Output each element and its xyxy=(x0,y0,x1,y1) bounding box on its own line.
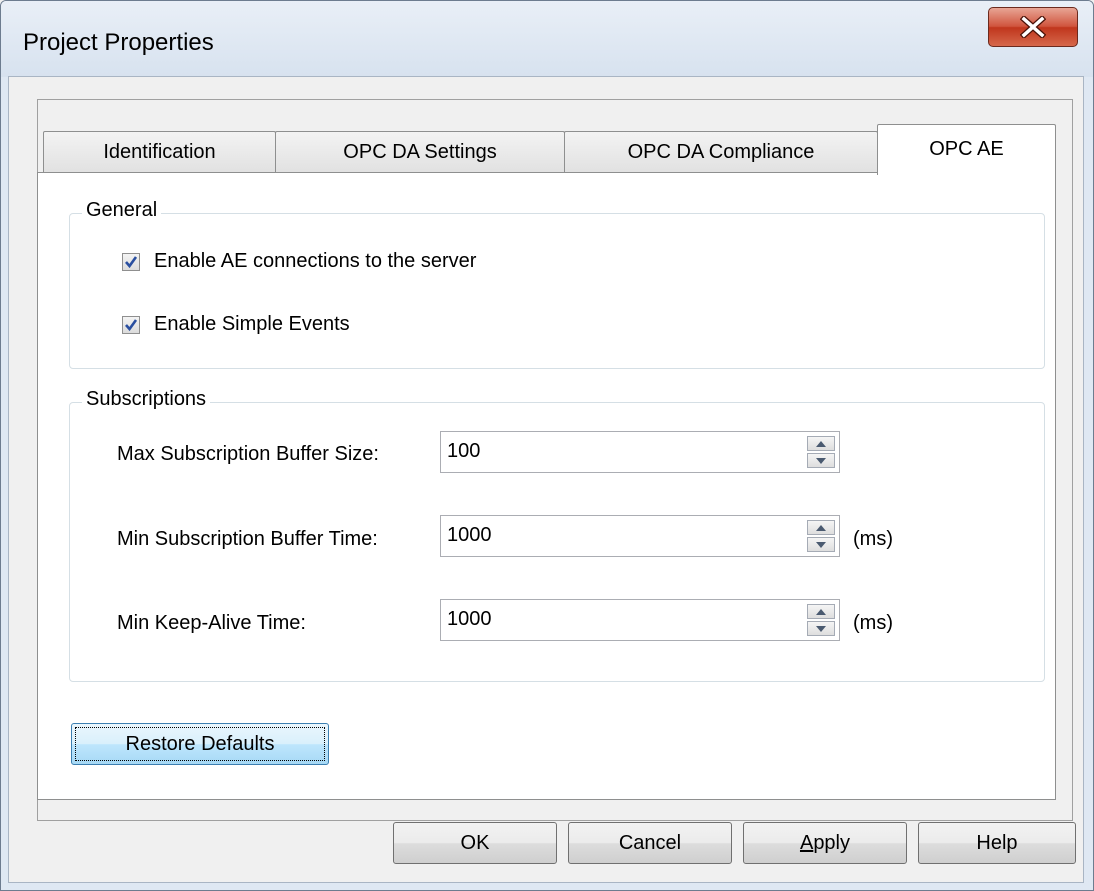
tab-label: Identification xyxy=(103,141,216,163)
spin-buttons xyxy=(807,520,835,552)
spin-down-button[interactable] xyxy=(807,537,835,552)
apply-label: Apply xyxy=(800,832,850,855)
max-buffer-size-input[interactable] xyxy=(447,438,787,464)
spin-up-icon xyxy=(816,608,826,615)
tab-page-opc-ae: General Enable AE connections to the ser… xyxy=(37,172,1056,800)
spin-up-button[interactable] xyxy=(807,520,835,535)
max-buffer-size-label: Max Subscription Buffer Size: xyxy=(117,443,379,465)
spin-up-button[interactable] xyxy=(807,436,835,451)
tab-label: OPC DA Compliance xyxy=(627,141,815,163)
enable-ae-checkbox[interactable] xyxy=(122,252,140,271)
min-buffer-time-spinner[interactable] xyxy=(440,515,840,557)
apply-label-rest: pply xyxy=(813,831,851,854)
spin-buttons xyxy=(807,604,835,636)
tab-label: OPC AE xyxy=(929,138,1004,160)
spin-down-icon xyxy=(816,457,826,464)
min-keepalive-unit: (ms) xyxy=(853,612,893,634)
help-button[interactable]: Help xyxy=(918,822,1076,864)
enable-simple-events-label: Enable Simple Events xyxy=(154,313,350,335)
restore-defaults-button[interactable]: Restore Defaults xyxy=(71,723,329,765)
min-keepalive-label: Min Keep-Alive Time: xyxy=(117,612,306,634)
ok-button[interactable]: OK xyxy=(393,822,557,864)
min-buffer-time-label: Min Subscription Buffer Time: xyxy=(117,528,378,550)
close-icon xyxy=(1020,16,1046,38)
min-keepalive-spinner[interactable] xyxy=(440,599,840,641)
check-mark-icon xyxy=(125,318,138,331)
apply-accelerator: A xyxy=(799,831,814,854)
cancel-label: Cancel xyxy=(618,831,682,854)
subscriptions-group-label: Subscriptions xyxy=(82,388,211,411)
spin-down-icon xyxy=(816,541,826,548)
max-buffer-size-spinner[interactable] xyxy=(440,431,840,473)
enable-simple-events-checkbox-row[interactable]: Enable Simple Events xyxy=(122,313,350,336)
min-buffer-time-input[interactable] xyxy=(447,522,787,548)
help-label: Help xyxy=(976,831,1018,854)
min-keepalive-input[interactable] xyxy=(447,606,787,632)
spin-down-icon xyxy=(816,625,826,632)
tab-label: OPC DA Settings xyxy=(343,141,497,163)
spin-up-button[interactable] xyxy=(807,604,835,619)
ok-label: OK xyxy=(460,831,490,854)
tab-opc-da-settings[interactable]: OPC DA Settings xyxy=(275,131,565,173)
general-group xyxy=(69,213,1045,369)
tab-opc-ae[interactable]: OPC AE xyxy=(877,124,1056,175)
close-button[interactable] xyxy=(988,7,1078,47)
general-group-label: General xyxy=(82,199,162,222)
cancel-button[interactable]: Cancel xyxy=(568,822,732,864)
restore-defaults-label: Restore Defaults xyxy=(125,732,275,755)
enable-ae-checkbox-row[interactable]: Enable AE connections to the server xyxy=(122,250,476,273)
min-buffer-time-unit: (ms) xyxy=(853,528,893,550)
enable-simple-events-checkbox[interactable] xyxy=(122,315,140,334)
spin-buttons xyxy=(807,436,835,468)
spin-down-button[interactable] xyxy=(807,621,835,636)
spin-up-icon xyxy=(816,440,826,447)
title-bar[interactable]: Project Properties xyxy=(1,1,1093,77)
window-title: Project Properties xyxy=(23,29,214,56)
tab-identification[interactable]: Identification xyxy=(43,131,276,173)
enable-ae-label: Enable AE connections to the server xyxy=(154,250,477,272)
tab-opc-da-compliance[interactable]: OPC DA Compliance xyxy=(564,131,878,173)
spin-down-button[interactable] xyxy=(807,453,835,468)
spin-up-icon xyxy=(816,524,826,531)
check-mark-icon xyxy=(125,255,138,268)
apply-button[interactable]: Apply xyxy=(743,822,907,864)
